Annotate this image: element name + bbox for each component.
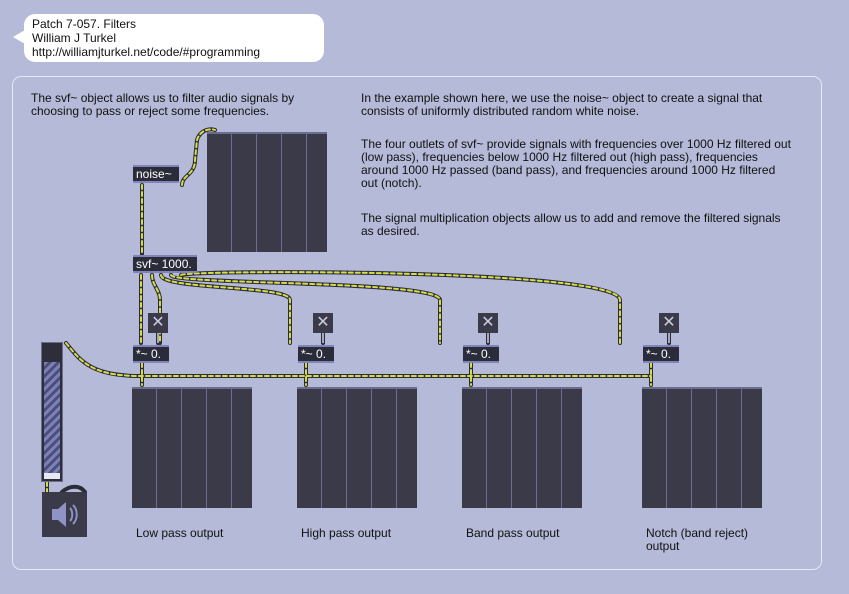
close-icon: ✕ bbox=[151, 314, 165, 331]
close-icon: ✕ bbox=[481, 314, 495, 331]
low-pass-toggle[interactable]: ✕ bbox=[148, 313, 168, 333]
gain-slider-handle[interactable] bbox=[44, 473, 60, 479]
notch-scope bbox=[642, 387, 762, 508]
speaker-icon bbox=[52, 502, 78, 527]
high-pass-scope bbox=[297, 387, 417, 508]
high-pass-label: High pass output bbox=[301, 526, 392, 540]
notch-toggle[interactable]: ✕ bbox=[659, 313, 679, 333]
close-icon: ✕ bbox=[316, 314, 330, 331]
notch-label: Notch (band reject) output bbox=[646, 526, 749, 553]
gain-slider[interactable] bbox=[41, 342, 63, 482]
low-pass-multiply-object[interactable]: *~ 0. bbox=[133, 345, 169, 363]
low-pass-scope bbox=[132, 387, 252, 508]
close-icon: ✕ bbox=[662, 314, 676, 331]
low-pass-label: Low pass output bbox=[136, 526, 224, 540]
notch-multiply-object[interactable]: *~ 0. bbox=[643, 345, 679, 363]
band-pass-multiply-object[interactable]: *~ 0. bbox=[463, 345, 499, 363]
high-pass-multiply-object[interactable]: *~ 0. bbox=[298, 345, 334, 363]
high-pass-toggle[interactable]: ✕ bbox=[313, 313, 333, 333]
band-pass-toggle[interactable]: ✕ bbox=[478, 313, 498, 333]
gain-slider-fill bbox=[44, 362, 60, 479]
band-pass-scope bbox=[462, 387, 582, 508]
band-pass-label: Band pass output bbox=[466, 526, 560, 540]
noise-scope-display bbox=[207, 132, 327, 252]
noise-object[interactable]: noise~ bbox=[133, 165, 179, 183]
audio-output-button[interactable] bbox=[42, 492, 87, 537]
svf-filter-object[interactable]: svf~ 1000. bbox=[133, 255, 197, 273]
